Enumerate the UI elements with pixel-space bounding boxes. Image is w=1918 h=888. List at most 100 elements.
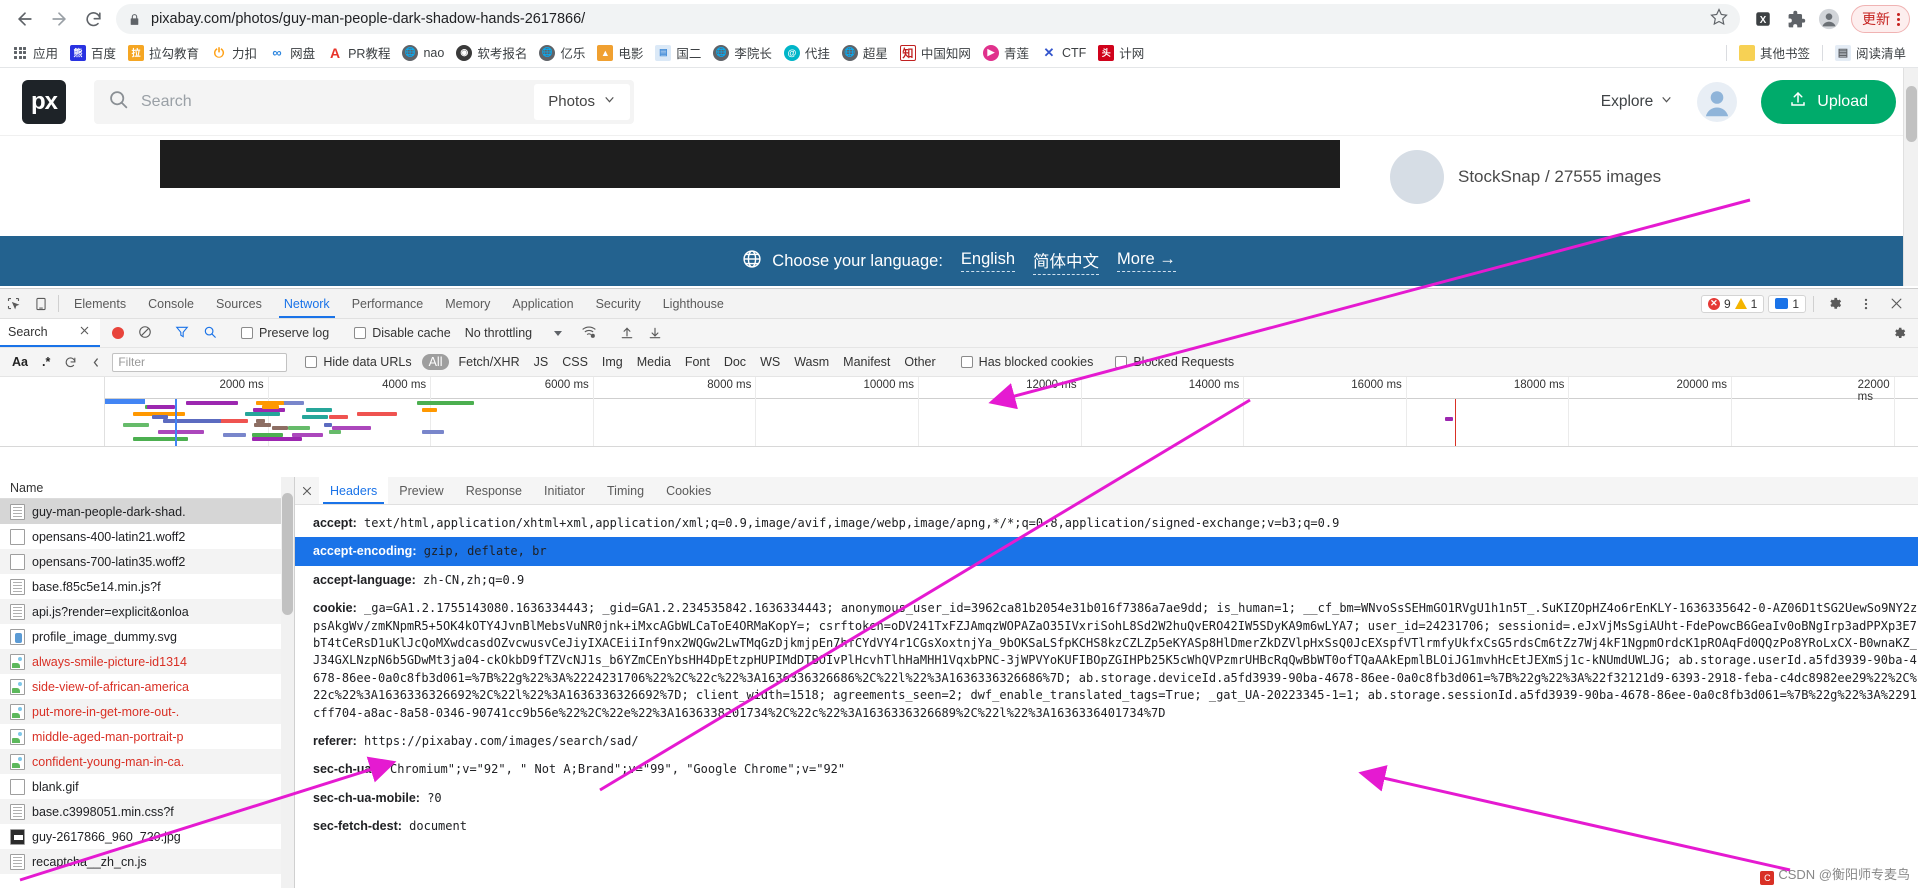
profile-avatar-icon[interactable] [1814, 4, 1844, 34]
tab-performance[interactable]: Performance [341, 289, 435, 318]
forward-button[interactable] [42, 2, 76, 36]
bookmark-cnki[interactable]: 知 中国知网 [894, 40, 977, 65]
filter-type-ws[interactable]: WS [753, 355, 787, 369]
bookmark-daigua[interactable]: @ 代挂 [778, 40, 836, 65]
devtools-more-icon[interactable] [1852, 296, 1879, 312]
back-button[interactable] [8, 2, 42, 36]
tab-sources[interactable]: Sources [205, 289, 273, 318]
tab-network[interactable]: Network [273, 289, 341, 318]
filterbar-caret-icon[interactable] [84, 357, 108, 368]
request-list-scrollbar-thumb[interactable] [282, 493, 293, 615]
upload-button[interactable]: Upload [1761, 79, 1896, 124]
tab-lighthouse[interactable]: Lighthouse [652, 289, 735, 318]
request-row[interactable]: base.f85c5e14.min.js?f [0, 574, 294, 599]
request-column-header[interactable]: Name [0, 477, 294, 499]
header-row[interactable]: sec-ch-ua: "Chromium";v="92", " Not A;Br… [295, 755, 1918, 783]
request-row[interactable]: side-view-of-african-america [0, 674, 294, 699]
request-list-scrollbar[interactable] [281, 477, 294, 888]
user-avatar[interactable] [1697, 81, 1738, 122]
header-row[interactable]: sec-ch-ua-mobile: ?0 [295, 784, 1918, 812]
request-row[interactable]: api.js?render=explicit&onloa [0, 599, 294, 624]
request-row[interactable]: put-more-in-get-more-out-. [0, 699, 294, 724]
extensions-puzzle-icon[interactable] [1781, 4, 1811, 34]
search-button[interactable] [196, 325, 224, 342]
bookmark-movie[interactable]: ▲ 电影 [591, 40, 649, 65]
clear-button[interactable] [131, 325, 159, 342]
request-row[interactable]: middle-aged-man-portrait-p [0, 724, 294, 749]
record-button[interactable] [100, 327, 131, 339]
language-option-english[interactable]: English [960, 250, 1016, 272]
filter-type-js[interactable]: JS [527, 355, 556, 369]
filter-type-css[interactable]: CSS [555, 355, 595, 369]
device-toolbar-icon[interactable] [27, 289, 54, 318]
request-row[interactable]: recaptcha__zh_cn.js [0, 849, 294, 874]
match-case-button[interactable]: Aa [0, 355, 35, 369]
request-row[interactable]: opensans-700-latin35.woff2 [0, 549, 294, 574]
detail-tab-cookies[interactable]: Cookies [655, 477, 722, 504]
detail-tab-preview[interactable]: Preview [388, 477, 454, 504]
header-row[interactable]: accept-language: zh-CN,zh;q=0.9 [295, 566, 1918, 594]
pixabay-search-box[interactable]: Photos [94, 79, 634, 124]
network-overview-timeline[interactable]: 2000 ms 4000 ms 6000 ms 8000 ms 10000 ms 1200… [0, 377, 1918, 447]
request-row[interactable]: guy-2617866_960_720.jpg [0, 824, 294, 849]
detail-tab-response[interactable]: Response [455, 477, 533, 504]
x-extension-icon[interactable]: X [1748, 4, 1778, 34]
reload-button[interactable] [76, 2, 110, 36]
bookmark-apps[interactable]: 应用 [6, 40, 64, 65]
bookmark-liyuanzhang[interactable]: 🌐 李院长 [707, 40, 778, 65]
filter-type-font[interactable]: Font [678, 355, 717, 369]
search-drawer-tab[interactable]: Search [0, 319, 100, 347]
network-settings-icon[interactable] [1891, 326, 1918, 341]
detail-tab-headers[interactable]: Headers [319, 477, 389, 504]
request-row[interactable]: guy-man-people-dark-shad. [0, 499, 294, 524]
disable-cache-checkbox[interactable]: Disable cache [346, 326, 459, 340]
throttling-dropdown[interactable]: No throttling [459, 326, 563, 340]
header-row[interactable]: referer: https://pixabay.com/images/sear… [295, 727, 1918, 755]
bookmark-lagou[interactable]: 拉 拉勾教育 [122, 40, 205, 65]
bookmark-baidu[interactable]: 熊 百度 [64, 40, 122, 65]
import-har-button[interactable] [613, 326, 641, 340]
bookmark-pr[interactable]: A PR教程 [321, 40, 396, 65]
search-input[interactable] [129, 92, 535, 111]
filter-type-img[interactable]: Img [595, 355, 630, 369]
filter-type-other[interactable]: Other [897, 355, 942, 369]
bookmark-other-bookmarks[interactable]: 其他书签 [1733, 40, 1816, 65]
bookmark-pan[interactable]: ∞ 网盘 [263, 40, 321, 65]
tab-memory[interactable]: Memory [434, 289, 501, 318]
request-row[interactable]: base.c3998051.min.css?f [0, 799, 294, 824]
tab-elements[interactable]: Elements [63, 289, 137, 318]
tab-security[interactable]: Security [585, 289, 652, 318]
header-row[interactable]: accept-encoding: gzip, deflate, br [295, 537, 1918, 566]
close-detail-icon[interactable] [295, 477, 319, 504]
hide-data-urls-checkbox[interactable]: Hide data URLs [297, 355, 419, 369]
request-row[interactable]: confident-young-man-in-ca. [0, 749, 294, 774]
bookmark-ctf[interactable]: ✕ CTF [1035, 42, 1092, 64]
filter-input[interactable] [112, 352, 288, 372]
close-icon[interactable] [79, 325, 90, 339]
bookmark-guoer[interactable]: ▤ 国二 [649, 40, 707, 65]
bookmark-chaoxing[interactable]: 🌐 超星 [836, 40, 894, 65]
request-row[interactable]: always-smile-picture-id1314 [0, 649, 294, 674]
request-list[interactable]: guy-man-people-dark-shad. opensans-400-la… [0, 499, 294, 888]
bookmark-reading-list[interactable]: ▤ 阅读清单 [1829, 40, 1912, 65]
filter-type-manifest[interactable]: Manifest [836, 355, 897, 369]
language-option-more[interactable]: More → [1117, 250, 1176, 272]
photographer-avatar[interactable] [1390, 150, 1444, 204]
header-row[interactable]: accept: text/html,application/xhtml+xml,… [295, 509, 1918, 537]
close-devtools-icon[interactable] [1883, 296, 1910, 311]
regex-button[interactable]: .* [35, 355, 57, 369]
request-row[interactable]: profile_image_dummy.svg [0, 624, 294, 649]
bookmark-ruankao[interactable]: ◉ 软考报名 [450, 40, 533, 65]
filter-type-fetch-xhr[interactable]: Fetch/XHR [451, 355, 526, 369]
overview-selection[interactable] [105, 399, 145, 404]
media-type-dropdown[interactable]: Photos [534, 83, 630, 120]
network-conditions-button[interactable] [574, 325, 604, 342]
blocked-requests-checkbox[interactable]: Blocked Requests [1107, 355, 1242, 369]
filter-type-doc[interactable]: Doc [717, 355, 753, 369]
request-headers-list[interactable]: accept: text/html,application/xhtml+xml,… [295, 505, 1918, 888]
preserve-log-checkbox[interactable]: Preserve log [233, 326, 337, 340]
address-bar[interactable]: pixabay.com/photos/guy-man-people-dark-s… [116, 4, 1740, 34]
bookmark-leetcode[interactable]: ⏻ 力扣 [205, 40, 263, 65]
header-row[interactable]: cookie: _ga=GA1.2.1755143080.1636334443;… [295, 594, 1918, 727]
page-scrollbar[interactable] [1903, 68, 1918, 286]
